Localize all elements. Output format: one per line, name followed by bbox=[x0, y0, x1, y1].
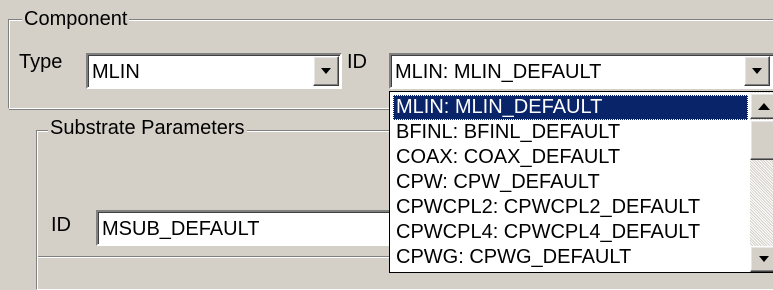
list-item[interactable]: CPWCPL4: CPWCPL4_DEFAULT bbox=[393, 220, 700, 245]
component-id-label: ID bbox=[347, 51, 367, 73]
chevron-down-icon bbox=[752, 68, 762, 74]
component-legend: Component bbox=[22, 8, 130, 30]
list-item[interactable]: CPWG: CPWG_DEFAULT bbox=[393, 245, 631, 270]
type-combobox[interactable]: MLIN bbox=[86, 53, 342, 89]
list-item-selected[interactable]: MLIN: MLIN_DEFAULT bbox=[393, 95, 748, 120]
dropdown-scrollbar[interactable] bbox=[750, 92, 773, 272]
substrate-id-combobox[interactable]: MSUB_DEFAULT bbox=[96, 210, 396, 246]
substrate-legend: Substrate Parameters bbox=[48, 117, 247, 139]
component-id-dropdown-button[interactable] bbox=[744, 56, 770, 86]
type-value: MLIN bbox=[92, 61, 140, 83]
component-id-value: MLIN: MLIN_DEFAULT bbox=[395, 61, 602, 83]
chevron-down-icon bbox=[759, 256, 769, 262]
chevron-down-icon bbox=[321, 68, 331, 74]
substrate-id-value: MSUB_DEFAULT bbox=[102, 218, 260, 240]
scroll-down-button[interactable] bbox=[750, 246, 773, 272]
list-item[interactable]: CPWCPL2: CPWCPL2_DEFAULT bbox=[393, 195, 700, 220]
list-item[interactable]: BFINL: BFINL_DEFAULT bbox=[393, 120, 620, 145]
chevron-up-icon bbox=[758, 102, 770, 110]
component-id-combobox[interactable]: MLIN: MLIN_DEFAULT bbox=[389, 53, 773, 89]
scroll-thumb[interactable] bbox=[750, 120, 773, 160]
scroll-up-button[interactable] bbox=[750, 93, 773, 119]
type-label: Type bbox=[19, 51, 63, 73]
substrate-id-label: ID bbox=[51, 214, 71, 236]
list-item[interactable]: CPW: CPW_DEFAULT bbox=[393, 170, 600, 195]
list-item[interactable]: COAX: COAX_DEFAULT bbox=[393, 145, 620, 170]
component-id-dropdown-list[interactable]: MLIN: MLIN_DEFAULT BFINL: BFINL_DEFAULT … bbox=[389, 91, 773, 273]
lower-panel-edge bbox=[38, 256, 398, 272]
type-dropdown-button[interactable] bbox=[313, 56, 339, 86]
